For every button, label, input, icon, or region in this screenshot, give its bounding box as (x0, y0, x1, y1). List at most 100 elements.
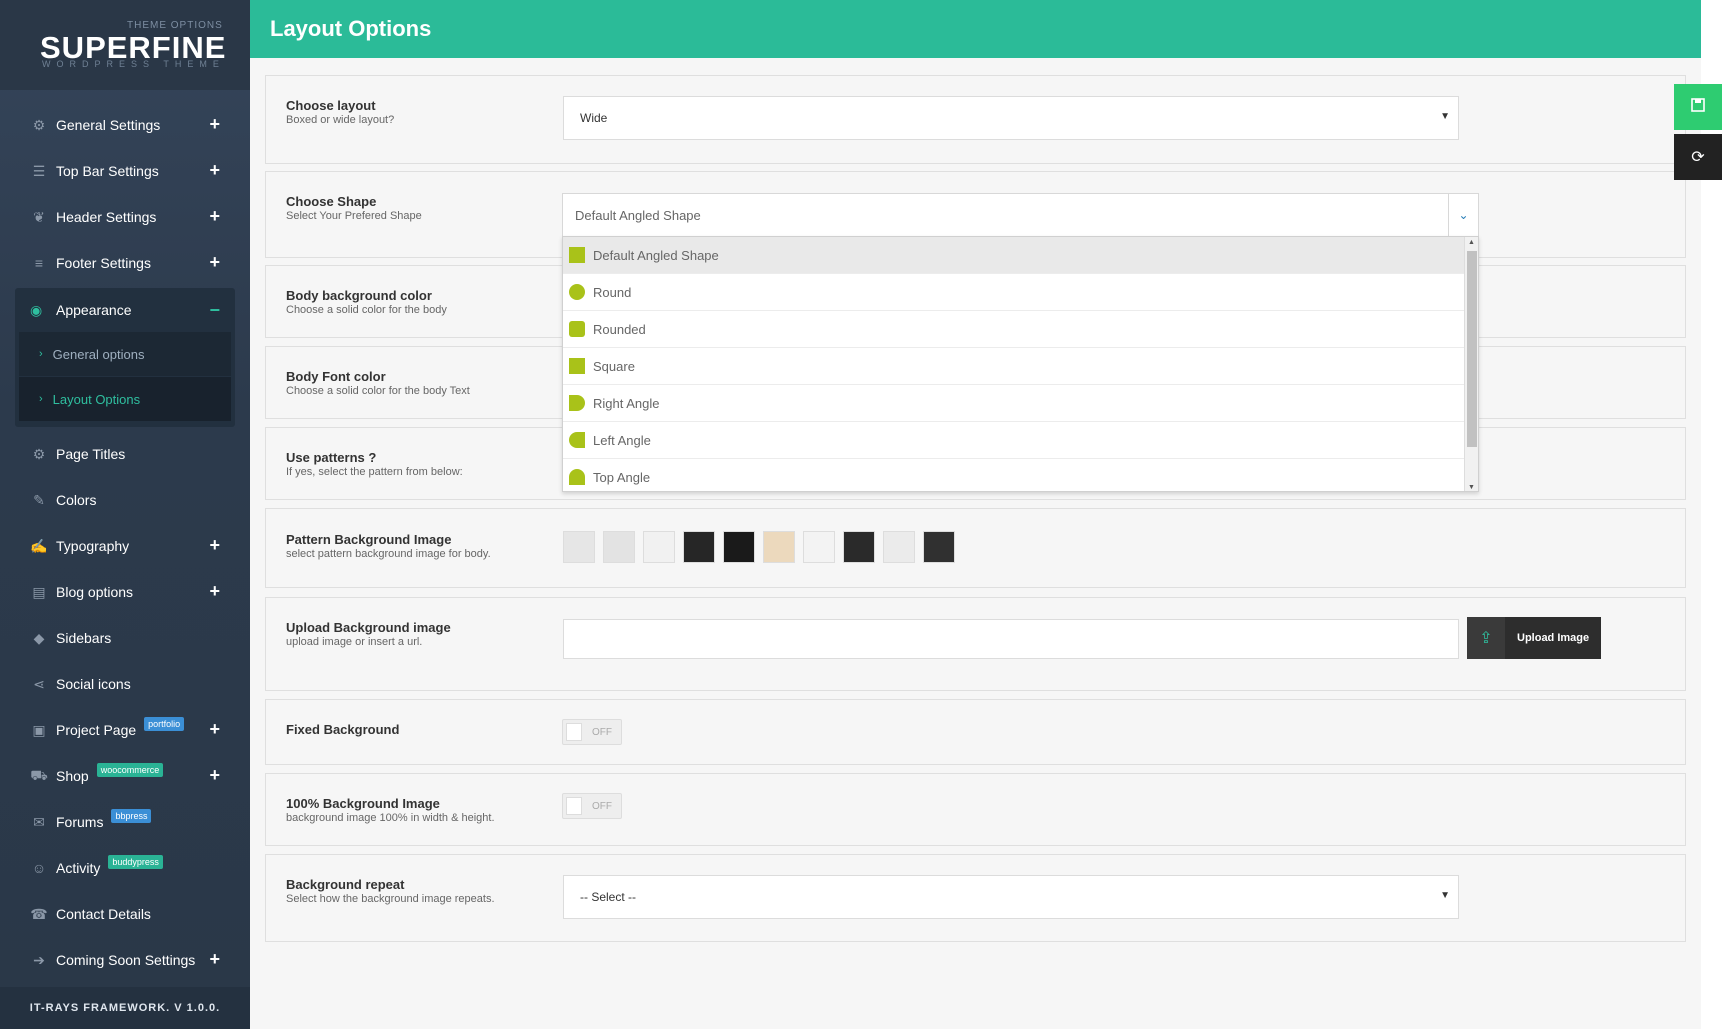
select-value: Default Angled Shape (575, 208, 701, 223)
pattern-swatch[interactable] (563, 531, 595, 563)
cart-icon: ⛟ (30, 766, 48, 783)
expand-icon[interactable]: + (209, 720, 220, 738)
scroll-up-icon[interactable]: ▲ (1468, 239, 1475, 246)
collapse-icon[interactable]: − (209, 300, 220, 321)
save-button[interactable] (1674, 84, 1722, 130)
option-title: Upload Background image (286, 620, 451, 635)
pattern-swatch[interactable] (603, 531, 635, 563)
sidebar-item-social-icons[interactable]: ⋖ Social icons (0, 661, 250, 707)
sidebar-item-general-settings[interactable]: ⚙ General Settings + (0, 102, 250, 148)
sidebar-subitem-general-options[interactable]: › General options (19, 332, 231, 376)
pattern-swatch[interactable] (923, 531, 955, 563)
page-title: Layout Options (270, 16, 432, 41)
sign-in-icon: ➔ (33, 951, 45, 968)
shape-option[interactable]: Top Angle (563, 459, 1478, 491)
option-upload-bg: Upload Background image upload image or … (265, 597, 1686, 691)
book-icon: ▤ (32, 583, 46, 600)
shape-option[interactable]: Round (563, 274, 1478, 311)
sidebar-item-blog-options[interactable]: ▤ Blog options + (0, 569, 250, 615)
sidebar-item-shop[interactable]: ⛟ Shop woocommerce + (0, 753, 250, 799)
expand-icon[interactable]: + (209, 536, 220, 554)
sidebar-item-top-bar-settings[interactable]: ☰ Top Bar Settings + (0, 148, 250, 194)
option-desc: Choose a solid color for the body Text (286, 385, 470, 397)
shape-option[interactable]: Rounded (563, 311, 1478, 348)
sidebar-item-label: Blog options (56, 584, 134, 600)
gears-icon: ⚙ (32, 116, 46, 133)
scrollbar-thumb[interactable] (1467, 251, 1477, 447)
option-label: Round (593, 284, 632, 300)
option-label: Rounded (593, 321, 646, 337)
shape-select[interactable]: Default Angled Shape ⌄ (562, 193, 1479, 237)
option-title: Body background color (286, 288, 432, 303)
shape-option[interactable]: Square (563, 348, 1478, 385)
sidebar-item-colors[interactable]: ✎ Colors (0, 477, 250, 523)
dropdown-scrollbar[interactable]: ▲ ▼ (1464, 237, 1478, 491)
sidebar-nav: ⚙ General Settings + ☰ Top Bar Settings … (0, 102, 250, 983)
upload-url-input[interactable] (563, 619, 1459, 659)
option-title: Use patterns ? (286, 450, 377, 465)
shape-option[interactable]: Default Angled Shape (563, 237, 1478, 274)
share-icon: ⋖ (33, 675, 45, 692)
pattern-swatch[interactable] (843, 531, 875, 563)
sidebar-item-page-titles[interactable]: ⚙ Page Titles (0, 431, 250, 477)
sidebar-item-footer-settings[interactable]: ≡ Footer Settings + (0, 240, 250, 286)
sidebar-item-activity[interactable]: ☺ Activity buddypress (0, 845, 250, 891)
sidebar-group-appearance: ◉ Appearance − › General options › Layou… (15, 288, 235, 427)
sidebar-subitem-layout-options[interactable]: › Layout Options (19, 377, 231, 421)
shape-option[interactable]: Right Angle (563, 385, 1478, 422)
chevron-right-icon: › (39, 348, 43, 360)
pattern-swatch[interactable] (723, 531, 755, 563)
sidebar-item-forums[interactable]: ✉ Forums bbpress (0, 799, 250, 845)
rounded-swatch-icon (569, 321, 585, 337)
option-desc: Choose a solid color for the body (286, 304, 447, 316)
expand-icon[interactable]: + (209, 253, 220, 271)
option-title: Choose Shape (286, 194, 377, 209)
pattern-swatch[interactable] (883, 531, 915, 563)
page-header: Layout Options (250, 0, 1701, 58)
sidebar-item-label: Contact Details (56, 906, 151, 922)
sidebar-item-appearance[interactable]: ◉ Appearance − (15, 288, 235, 332)
sidebar-item-typography[interactable]: ✍ Typography + (0, 523, 250, 569)
option-label: Left Angle (593, 432, 651, 448)
bg-repeat-select[interactable]: -- Select -- ▼ (563, 875, 1459, 919)
pattern-swatch[interactable] (763, 531, 795, 563)
option-pattern-bg: Pattern Background Image select pattern … (265, 508, 1686, 588)
expand-icon[interactable]: + (209, 950, 220, 968)
pattern-swatch[interactable] (803, 531, 835, 563)
square-swatch-icon (569, 247, 585, 263)
toggle-label: OFF (592, 801, 612, 812)
reset-button[interactable]: ⟳ (1674, 134, 1722, 180)
fixed-bg-toggle[interactable]: OFF (562, 719, 622, 745)
expand-icon[interactable]: + (209, 161, 220, 179)
chevron-down-icon[interactable]: ⌄ (1448, 194, 1478, 236)
comments-icon: ✉ (33, 813, 45, 830)
users-icon: ☺ (31, 860, 47, 876)
upload-image-button[interactable]: ⇪ Upload Image (1467, 617, 1601, 659)
framework-version: IT-RAYS FRAMEWORK. V 1.0.0. (0, 987, 250, 1029)
sidebar: THEME OPTIONS SUPERFINE WORDPRESS THEME … (0, 0, 250, 1029)
expand-icon[interactable]: + (209, 207, 220, 225)
expand-icon[interactable]: + (209, 582, 220, 600)
sidebar-item-header-settings[interactable]: ❦ Header Settings + (0, 194, 250, 240)
expand-icon[interactable]: + (209, 766, 220, 784)
left-angle-swatch-icon (569, 432, 585, 448)
sidebar-item-project-page[interactable]: ▣ Project Page portfolio + (0, 707, 250, 753)
sidebar-subitem-label: General options (52, 346, 145, 362)
option-label: Default Angled Shape (593, 247, 719, 263)
sidebar-item-sidebars[interactable]: ◆ Sidebars (0, 615, 250, 661)
upload-button-label: Upload Image (1517, 632, 1590, 644)
option-fixed-bg: Fixed Background OFF (265, 699, 1686, 765)
expand-icon[interactable]: + (209, 115, 220, 133)
sidebar-item-coming-soon-settings[interactable]: ➔ Coming Soon Settings + (0, 937, 250, 983)
shape-option[interactable]: Left Angle (563, 422, 1478, 459)
top-angle-swatch-icon (569, 469, 585, 485)
brush-icon: ✎ (33, 491, 45, 508)
sidebar-item-contact-details[interactable]: ☎ Contact Details (0, 891, 250, 937)
pattern-swatch[interactable] (683, 531, 715, 563)
layout-select[interactable]: Wide ▼ (563, 96, 1459, 140)
sliders-icon: ≡ (34, 255, 44, 271)
full-bg-toggle[interactable]: OFF (562, 793, 622, 819)
scroll-down-icon[interactable]: ▼ (1468, 484, 1475, 491)
pattern-swatch[interactable] (643, 531, 675, 563)
option-desc: If yes, select the pattern from below: (286, 466, 463, 478)
